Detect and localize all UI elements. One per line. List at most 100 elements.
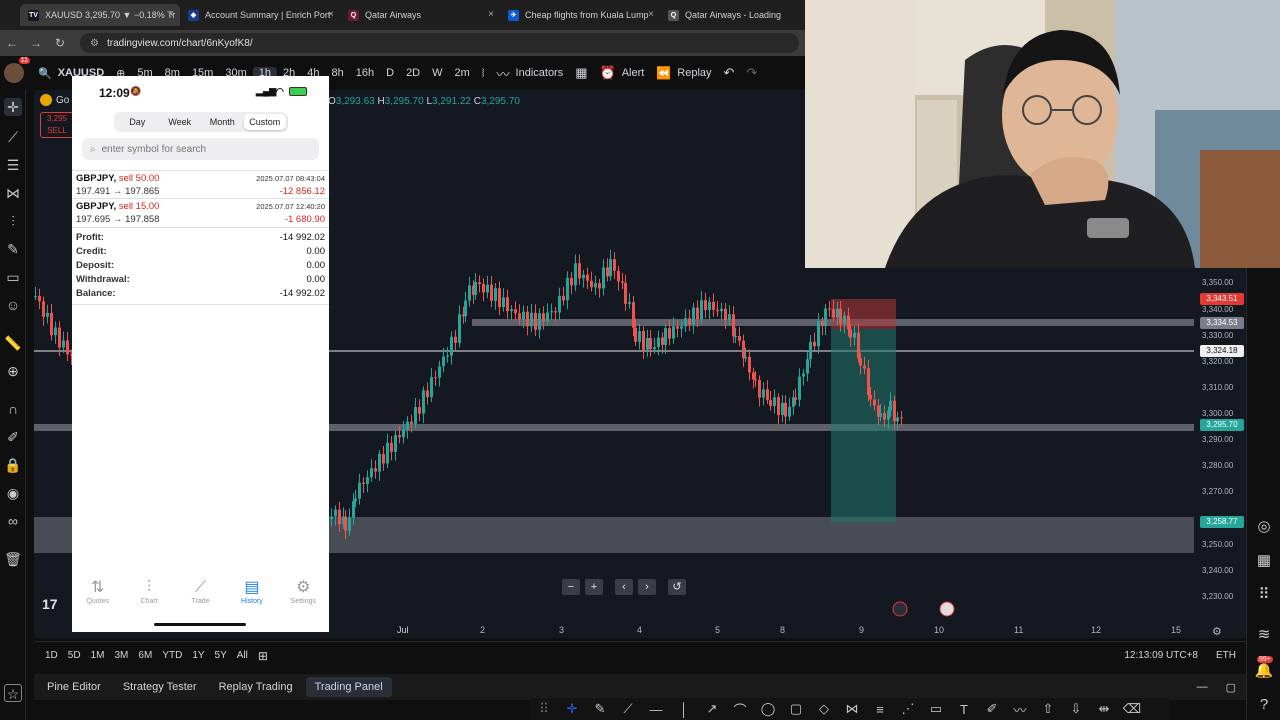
lock-drawing-icon[interactable]: ✐ (4, 428, 22, 446)
tradingview-logo-icon[interactable]: 17 (42, 596, 58, 612)
trade-row[interactable]: GBPJPY, sell 50.00 2025.07.07 08:43:04 1… (72, 170, 329, 199)
interval-2m[interactable]: 2m (449, 67, 476, 79)
interval-2d[interactable]: 2D (400, 67, 426, 79)
crosshair-icon[interactable]: ✛ (4, 98, 22, 116)
brush-icon[interactable]: ✎ (4, 240, 22, 258)
indicators-button[interactable]: Indicators (516, 67, 570, 79)
event-marker-icon[interactable] (892, 601, 908, 617)
vline-tool-icon[interactable]: │ (670, 702, 698, 717)
range-tool-icon[interactable]: ⇹ (1090, 701, 1118, 717)
ray-tool-icon[interactable]: ↗ (698, 701, 726, 717)
prediction-icon[interactable]: ⫶ (4, 212, 22, 230)
zoom-in-button[interactable]: + (585, 579, 603, 595)
diamond-tool-icon[interactable]: ◇ (810, 701, 838, 717)
back-icon[interactable]: ← (0, 36, 24, 50)
gann-tool-icon[interactable]: ⋰ (894, 701, 922, 717)
goto-date-icon[interactable]: ⊞ (253, 649, 273, 663)
close-tab-icon[interactable]: × (168, 9, 174, 20)
replay-button[interactable]: Replay (677, 67, 717, 79)
wave-tool-icon[interactable]: 〰 (1006, 700, 1034, 719)
range-1m[interactable]: 1M (86, 650, 110, 661)
trade-row[interactable]: GBPJPY, sell 15.00 2025.07.07 12:40:20 1… (72, 199, 329, 228)
target-icon[interactable]: ◎ (1253, 516, 1275, 538)
segment-week[interactable]: Week (159, 114, 202, 130)
arrow-down-tool-icon[interactable]: ⇩ (1062, 701, 1090, 717)
browser-tab-xauusd[interactable]: TV XAUUSD 3,295.70 ▼ −0.18% Tr × (20, 4, 180, 26)
zoom-icon[interactable]: ⊕ (4, 362, 22, 380)
apps-grid-icon[interactable]: ⠿ (1253, 584, 1275, 606)
interval-8h[interactable]: 8h (326, 67, 350, 79)
stream-icon[interactable]: ≋ (1253, 624, 1275, 646)
minimize-panel-icon[interactable]: — (1189, 681, 1216, 693)
notifications-icon[interactable]: 🔔 (1253, 660, 1275, 682)
tab-replay-trading[interactable]: Replay Trading (210, 677, 302, 697)
symbol-search-input[interactable] (101, 143, 302, 155)
eraser-tool-icon[interactable]: ⌫ (1118, 701, 1146, 717)
segment-day[interactable]: Day (116, 114, 159, 130)
calendar-icon[interactable]: ▦ (1253, 550, 1275, 572)
ruler-icon[interactable]: 📏 (4, 334, 22, 352)
range-all[interactable]: All (232, 650, 253, 661)
pattern-tool-icon[interactable]: ⋈ (838, 701, 866, 717)
interval-w[interactable]: W (426, 67, 448, 79)
alert-button[interactable]: Alert (622, 67, 651, 79)
tab-strategy-tester[interactable]: Strategy Tester (114, 677, 206, 697)
close-tab-icon[interactable]: × (488, 9, 494, 20)
range-ytd[interactable]: YTD (157, 650, 187, 661)
path-tool-icon[interactable]: ⌒ (726, 700, 754, 719)
range-6m[interactable]: 6M (133, 650, 157, 661)
scroll-left-button[interactable]: ‹ (615, 579, 633, 595)
link-icon[interactable]: ∞ (4, 512, 22, 530)
emoji-icon[interactable]: ☺ (4, 296, 22, 314)
site-info-icon[interactable]: ⚙ (90, 38, 99, 49)
sell-button[interactable]: 3,295 SELL (40, 112, 74, 138)
magnet-icon[interactable]: ∩ (4, 400, 22, 418)
browser-tab-account[interactable]: ◆ Account Summary | Enrich Port × (180, 4, 340, 26)
symbol-search-field[interactable]: ⌕ (82, 138, 319, 160)
user-avatar[interactable]: 11 (4, 57, 30, 83)
close-tab-icon[interactable]: × (648, 9, 654, 20)
replay-icon[interactable]: ⏪ (650, 66, 677, 80)
reset-chart-button[interactable]: ↺ (668, 579, 686, 595)
line-tool-icon[interactable]: ⟋ (614, 701, 642, 717)
pen-tool-icon[interactable]: ✎ (586, 701, 614, 717)
tab-quotes[interactable]: ⇅ Quotes (72, 578, 123, 618)
help-icon[interactable]: ? (1253, 694, 1275, 716)
segment-custom[interactable]: Custom (243, 114, 286, 130)
range-3m[interactable]: 3M (110, 650, 134, 661)
symbol-search-icon[interactable]: 🔍 (32, 67, 58, 80)
maximize-panel-icon[interactable]: ▢ (1216, 681, 1246, 694)
range-5d[interactable]: 5D (63, 650, 86, 661)
cross-tool-icon[interactable]: ✛ (558, 701, 586, 717)
hline-tool-icon[interactable]: — (642, 702, 670, 717)
chart-settings-icon[interactable]: ⚙ (1212, 625, 1222, 638)
rect-tool-icon[interactable]: ▢ (782, 701, 810, 717)
trash-icon[interactable]: 🗑 (4, 550, 22, 568)
clock-display[interactable]: 12:13:09 UTC+8 (1116, 650, 1206, 661)
range-5y[interactable]: 5Y (210, 650, 232, 661)
text-tool-icon[interactable]: T (950, 702, 978, 717)
note-tool-icon[interactable]: ▭ (922, 701, 950, 717)
interval-d[interactable]: D (380, 67, 400, 79)
indicators-icon[interactable]: 〰 (491, 64, 516, 83)
tab-pine-editor[interactable]: Pine Editor (38, 677, 110, 697)
close-tab-icon[interactable]: × (328, 9, 334, 20)
eye-icon[interactable]: ◉ (4, 484, 22, 502)
position-target-zone[interactable] (831, 329, 896, 522)
tab-settings[interactable]: ⚙ Settings (278, 578, 329, 618)
layouts-icon[interactable]: ▦ (569, 65, 593, 81)
browser-tab-qatar-loading[interactable]: Q Qatar Airways - Loading (660, 4, 805, 26)
tab-trade[interactable]: ⟋ Trade (175, 578, 226, 618)
tab-history[interactable]: ▤ History (226, 578, 277, 618)
tab-trading-panel[interactable]: Trading Panel (305, 677, 392, 697)
pattern-icon[interactable]: ⋈ (4, 184, 22, 202)
watchlist-star-icon[interactable]: ☆ (4, 684, 22, 702)
redo-icon[interactable]: ↷ (740, 65, 763, 81)
text-icon[interactable]: ▭ (4, 268, 22, 286)
lock-icon[interactable]: 🔒 (4, 456, 22, 474)
arrow-up-tool-icon[interactable]: ⇧ (1034, 701, 1062, 717)
brush-tool-icon[interactable]: ✐ (978, 701, 1006, 717)
browser-tab-flights[interactable]: ✈ Cheap flights from Kuala Lump × (500, 4, 660, 26)
browser-tab-qatar[interactable]: Q Qatar Airways × (340, 4, 500, 26)
range-1d[interactable]: 1D (40, 650, 63, 661)
